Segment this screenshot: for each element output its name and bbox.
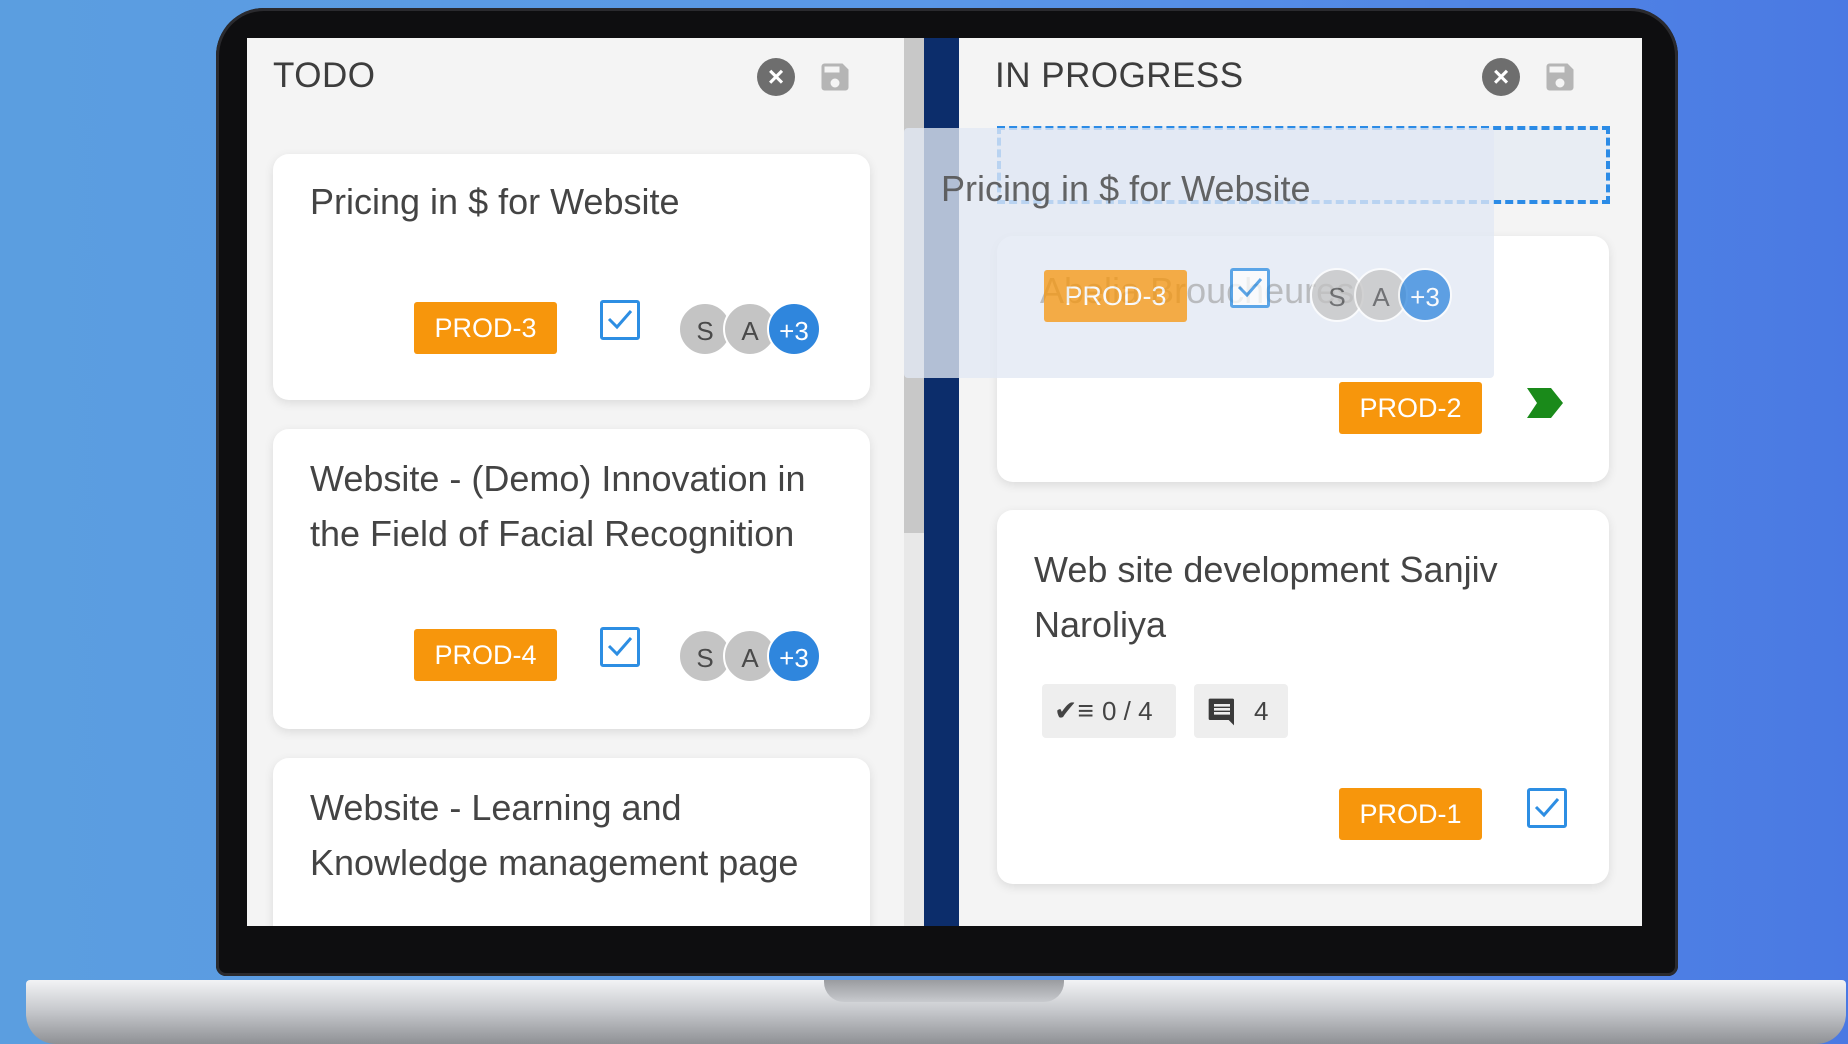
kanban-board: TODO × Pricing in $ for Website PROD-3 S…: [247, 38, 1642, 926]
ghost-card-title: Pricing in $ for Website: [941, 168, 1311, 209]
dragging-card-ghost[interactable]: Pricing in $ for Website Abelia Broucheu…: [904, 128, 1494, 378]
flag-icon: [1527, 388, 1563, 418]
task-checkbox[interactable]: [600, 627, 640, 667]
save-icon[interactable]: [1542, 58, 1580, 96]
task-card[interactable]: Web site development Sanjiv Naroliya ✔≡ …: [997, 510, 1609, 884]
task-id-badge[interactable]: PROD-3: [414, 302, 557, 354]
task-card[interactable]: Pricing in $ for Website PROD-3 S A +3: [273, 154, 870, 400]
card-title: Website - (Demo) Innovation in the Field…: [310, 458, 806, 554]
task-id-badge: PROD-3: [1044, 270, 1187, 322]
close-icon[interactable]: ×: [757, 58, 795, 96]
column-title: IN PROGRESS: [995, 56, 1244, 95]
card-title: Web site development Sanjiv Naroliya: [1034, 549, 1498, 645]
more-avatars-badge: +3: [1398, 268, 1452, 322]
task-checkbox[interactable]: [600, 300, 640, 340]
column-title: TODO: [273, 56, 376, 95]
task-card[interactable]: Website - (Demo) Innovation in the Field…: [273, 429, 870, 729]
comments-chip[interactable]: 4: [1194, 684, 1288, 738]
checklist-count: 0 / 4: [1102, 696, 1153, 726]
task-card[interactable]: Website - Learning and Knowledge managem…: [273, 758, 870, 926]
save-icon[interactable]: [817, 58, 855, 96]
more-avatars-badge[interactable]: +3: [767, 629, 821, 683]
task-id-badge[interactable]: PROD-2: [1339, 382, 1482, 434]
task-checkbox: [1230, 268, 1270, 308]
comment-count: 4: [1254, 696, 1269, 726]
card-title: Website - Learning and Knowledge managem…: [310, 787, 799, 883]
checklist-chip[interactable]: ✔≡ 0 / 4: [1042, 684, 1176, 738]
checklist-icon: ✔≡: [1054, 695, 1094, 726]
card-title: Pricing in $ for Website: [310, 181, 680, 222]
task-id-badge[interactable]: PROD-1: [1339, 788, 1482, 840]
more-avatars-badge[interactable]: +3: [767, 302, 821, 356]
comment-icon: [1208, 698, 1234, 726]
task-checkbox[interactable]: [1527, 788, 1567, 828]
close-icon[interactable]: ×: [1482, 58, 1520, 96]
laptop-notch: [824, 980, 1064, 1002]
task-id-badge[interactable]: PROD-4: [414, 629, 557, 681]
column-todo: TODO × Pricing in $ for Website PROD-3 S…: [247, 38, 902, 926]
